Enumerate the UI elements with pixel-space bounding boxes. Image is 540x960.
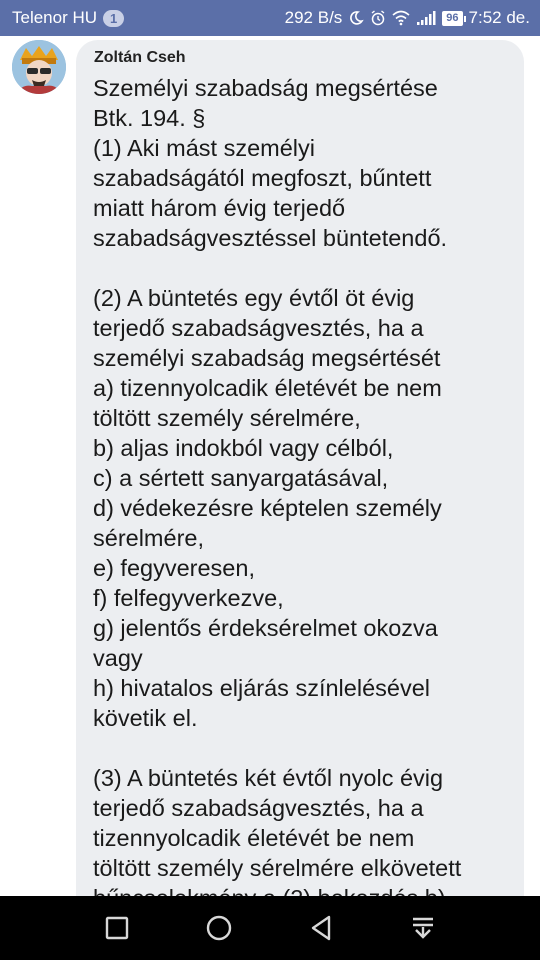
avatar[interactable] <box>12 40 66 94</box>
message-line: töltött személy sérelmére elkövetett <box>93 855 462 881</box>
message-line: vagy <box>93 645 143 671</box>
message-line: tizennyolcadik életévét be nem <box>93 825 415 851</box>
message-line: követik el. <box>93 705 198 731</box>
message-line: Btk. 194. § <box>93 105 206 131</box>
alarm-icon <box>370 10 386 26</box>
recents-icon[interactable] <box>101 912 133 944</box>
network-speed: 292 B/s <box>284 8 343 27</box>
message-line: (1) Aki mást személyi <box>93 135 315 161</box>
message-line: g) jelentős érdeksérelmet okozva <box>93 615 438 641</box>
message-text: Személyi szabadság megsértése Btk. 194. … <box>93 73 513 913</box>
navigation-bar <box>0 896 540 960</box>
avatar-image <box>12 40 66 94</box>
clock: 7:52 de. <box>468 8 530 27</box>
status-left: Telenor HU 1 <box>12 8 125 28</box>
signal-icon <box>416 10 436 26</box>
message-line: Személyi szabadság megsértése <box>93 75 438 101</box>
message-line <box>93 733 513 763</box>
message-line: sérelmére, <box>93 525 205 551</box>
message-line: a) tizennyolcadik életévét be nem <box>93 375 442 401</box>
message-line: f) felfegyverkezve, <box>93 585 284 611</box>
carrier-name: Telenor HU <box>12 8 98 27</box>
status-bar: Telenor HU 1 292 B/s 96 7:52 de. <box>0 0 540 36</box>
message-line: szabadságvesztéssel büntetendő. <box>93 225 448 251</box>
message-line: (2) A büntetés egy évtől öt évig <box>93 285 415 311</box>
message-line: b) aljas indokból vagy célból, <box>93 435 394 461</box>
message-line: terjedő szabadságvesztés, ha a <box>93 315 424 341</box>
message-line: h) hivatalos eljárás színlelésével <box>93 675 430 701</box>
moon-icon <box>348 10 364 26</box>
back-icon[interactable] <box>305 912 337 944</box>
message-line: d) védekezésre képtelen személy <box>93 495 442 521</box>
message-line: e) fegyveresen, <box>93 555 255 581</box>
notification-shade-icon[interactable] <box>407 912 439 944</box>
message-line: töltött személy sérelmére, <box>93 405 361 431</box>
message-line: (3) A büntetés két évtől nyolc évig <box>93 765 444 791</box>
message-line: c) a sértett sanyargatásával, <box>93 465 389 491</box>
message-line: szabadságától megfoszt, bűntett <box>93 165 432 191</box>
notification-count-badge: 1 <box>103 9 125 27</box>
status-right: 292 B/s 96 7:52 de. <box>285 8 530 28</box>
message-line: személyi szabadság megsértését <box>93 345 441 371</box>
home-icon[interactable] <box>203 912 235 944</box>
message-bubble[interactable]: Zoltán Cseh Személyi szabadság megsértés… <box>76 40 524 940</box>
sender-name: Zoltán Cseh <box>94 49 186 66</box>
wifi-icon <box>392 10 410 26</box>
message-line: miatt három évig terjedő <box>93 195 346 221</box>
message-line <box>93 253 513 283</box>
battery-indicator: 96 <box>442 10 466 26</box>
message-line: terjedő szabadságvesztés, ha a <box>93 795 424 821</box>
